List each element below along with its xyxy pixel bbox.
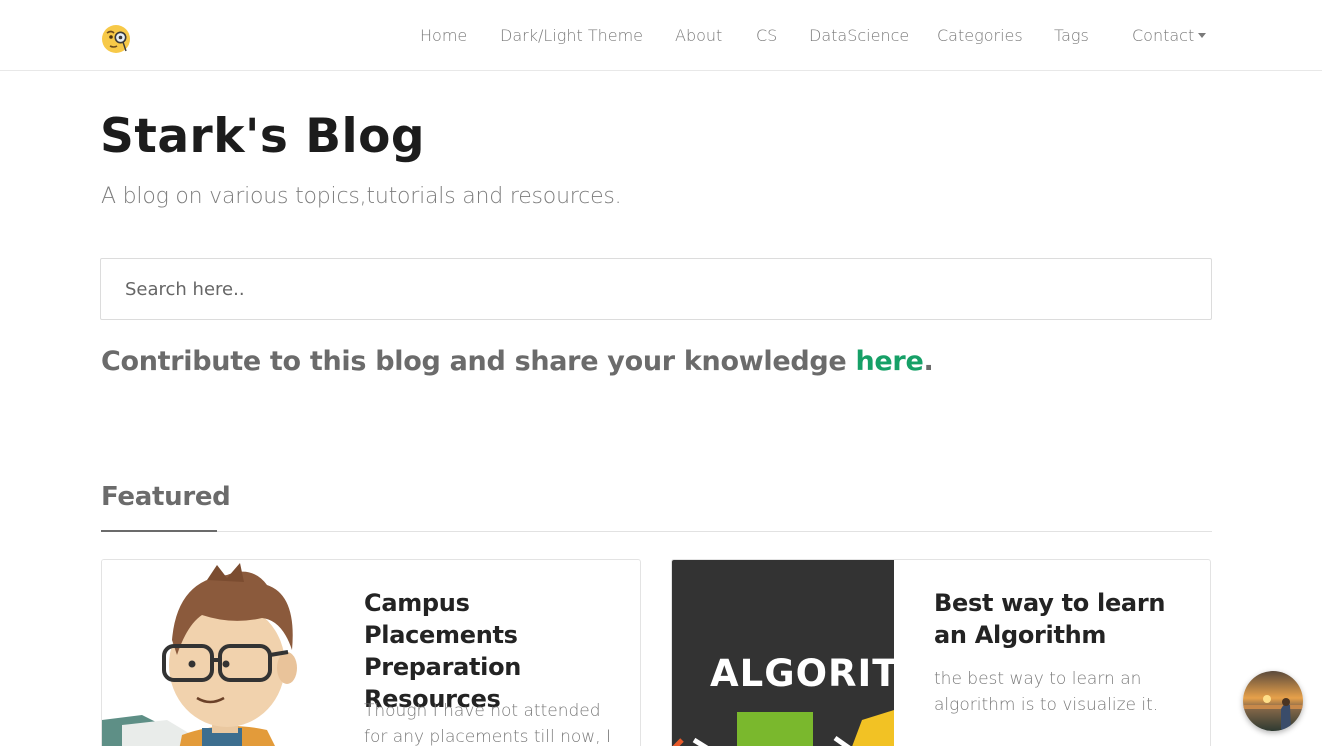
nav-home[interactable]: Home [420, 25, 467, 47]
featured-card-campus-placements[interactable]: Campus Placements Preparation Resources … [101, 559, 641, 746]
chat-avatar-icon[interactable] [1243, 671, 1303, 731]
nav-cs[interactable]: CS [756, 25, 777, 47]
nav-contact-dropdown[interactable]: Contact [1132, 25, 1207, 47]
site-title: Stark's Blog [100, 109, 426, 164]
nav-dark-light-theme[interactable]: Dark/Light Theme [500, 25, 643, 47]
nav-categories[interactable]: Categories [937, 25, 1023, 47]
nav-datascience[interactable]: DataScience [809, 25, 909, 47]
contribute-suffix: . [923, 346, 934, 377]
card-title[interactable]: Campus Placements Preparation Resources [364, 587, 624, 715]
featured-underline [101, 530, 217, 532]
contribute-banner: Contribute to this blog and share your k… [101, 343, 934, 381]
featured-card-algorithm[interactable]: ALGORIT Best way to learn an Algorithm t… [671, 559, 1211, 746]
contribute-text: Contribute to this blog and share your k… [101, 346, 856, 377]
nav-contact-label: Contact [1132, 26, 1195, 45]
featured-heading: Featured [101, 482, 231, 512]
contribute-link[interactable]: here [856, 346, 924, 377]
card-excerpt: Though I have not attended for any place… [364, 701, 612, 746]
cartoon-student-illustration [102, 560, 324, 746]
algorithm-cover-image: ALGORIT [672, 560, 898, 746]
navbar: Home Dark/Light Theme About CS DataScien… [0, 0, 1322, 71]
card-excerpt: the best way to learn an algorithm is to… [934, 669, 1159, 715]
featured-divider [101, 531, 1212, 532]
search-input[interactable] [100, 258, 1212, 320]
nav-tags[interactable]: Tags [1054, 25, 1089, 47]
algorithm-cover-text: ALGORIT [710, 652, 899, 695]
card-title[interactable]: Best way to learn an Algorithm [934, 587, 1204, 651]
main-nav: Home Dark/Light Theme About CS DataScien… [0, 25, 1322, 47]
caret-down-icon [1198, 33, 1207, 38]
nav-about[interactable]: About [675, 25, 722, 47]
site-subtitle: A blog on various topics,tutorials and r… [101, 184, 622, 209]
